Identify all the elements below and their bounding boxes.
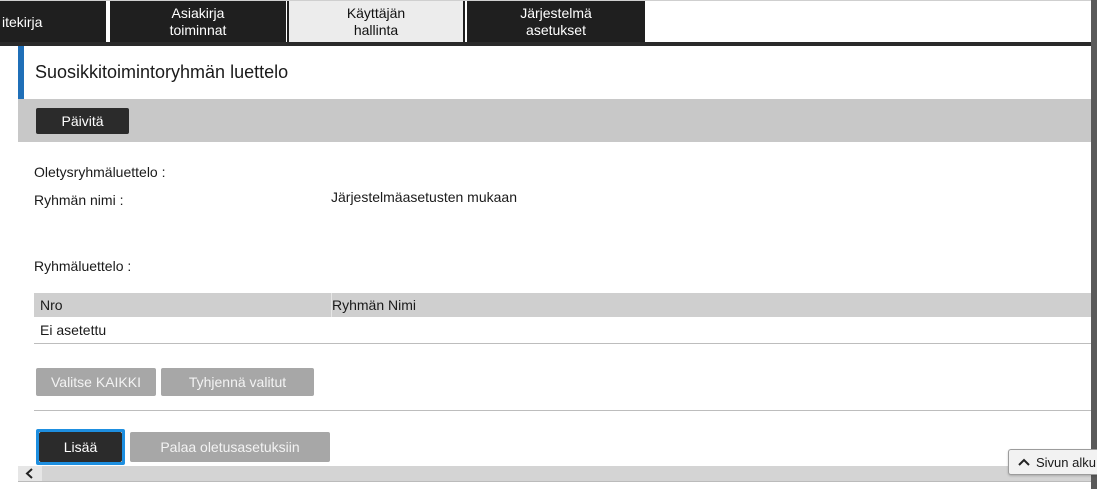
restore-defaults-button[interactable]: Palaa oletusasetuksiin xyxy=(130,432,330,462)
tab-bar: itekirja Asiakirja toiminnat Käyttäjän h… xyxy=(0,0,1097,44)
tab-label: itekirja xyxy=(2,13,43,30)
toolbar: Päivitä xyxy=(18,99,1091,142)
tab-bar-filler xyxy=(645,1,1089,44)
tab-label-line1: Järjestelmä xyxy=(520,5,592,21)
tab-document-operations[interactable]: Asiakirja toiminnat xyxy=(110,1,286,43)
add-button-focus-ring xyxy=(36,429,125,465)
select-all-button[interactable]: Valitse KAIKKI xyxy=(36,368,156,396)
tab-label-line1: Asiakirja xyxy=(171,5,225,21)
horizontal-scrollbar[interactable] xyxy=(18,466,1091,481)
group-name-value: Järjestelmäasetusten mukaan xyxy=(331,189,517,205)
content-frame: Suosikkitoimintoryhmän luettelo Päivitä … xyxy=(18,46,1091,489)
column-header-group-name: Ryhmän Nimi xyxy=(332,297,417,313)
tab-label-line2: hallinta xyxy=(353,22,399,38)
chevron-left-icon xyxy=(25,468,33,479)
clear-selected-button[interactable]: Tyhjennä valitut xyxy=(161,368,314,396)
bottom-border xyxy=(18,481,1091,482)
tab-user-management[interactable]: Käyttäjän hallinta xyxy=(287,1,465,43)
tab-system-settings[interactable]: Järjestelmä asetukset xyxy=(467,1,645,43)
update-button[interactable]: Päivitä xyxy=(36,108,129,134)
page-top-label: Sivun alku xyxy=(1036,454,1096,470)
page-top-button[interactable]: Sivun alku xyxy=(1008,449,1097,475)
default-group-section-label: Oletysryhmäluettelo : xyxy=(34,164,166,180)
table-row: Ei asetettu xyxy=(34,317,1091,344)
group-list-section-label: Ryhmäluettelo : xyxy=(34,258,132,274)
group-name-label: Ryhmän nimi : xyxy=(34,192,124,208)
empty-row-text: Ei asetettu xyxy=(40,322,107,338)
tab-label-line2: asetukset xyxy=(526,22,586,38)
column-header-number: Nro xyxy=(40,297,63,313)
section-divider xyxy=(34,410,1091,411)
chevron-up-icon xyxy=(1018,458,1030,466)
tab-address-book[interactable]: itekirja xyxy=(0,1,106,43)
scroll-left-icon[interactable] xyxy=(18,466,42,481)
page-title: Suosikkitoimintoryhmän luettelo xyxy=(35,62,289,82)
tab-label-line1: Käyttäjän xyxy=(346,5,406,21)
page-header: Suosikkitoimintoryhmän luettelo xyxy=(18,46,1091,99)
tab-label-line2: toiminnat xyxy=(169,22,227,38)
group-table-header: Nro Ryhmän Nimi xyxy=(34,293,1091,317)
page-edge xyxy=(1091,0,1097,489)
title-accent-bar xyxy=(18,46,24,99)
